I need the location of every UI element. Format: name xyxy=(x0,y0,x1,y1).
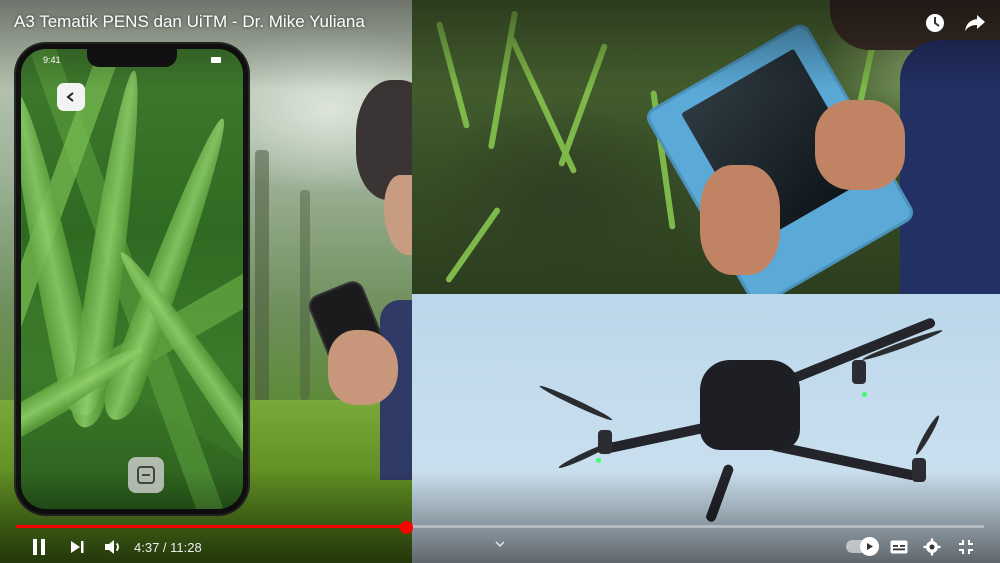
clock-icon xyxy=(926,14,944,32)
drone-led xyxy=(862,392,867,397)
more-videos-button[interactable] xyxy=(494,536,506,554)
exit-fullscreen-button[interactable] xyxy=(955,534,977,560)
person-hand xyxy=(700,165,780,275)
current-time: 4:37 xyxy=(134,540,160,555)
drone-motor xyxy=(912,458,926,482)
chevron-down-icon xyxy=(495,541,505,548)
time-display: 4:37 / 11:28 xyxy=(134,540,202,555)
next-icon xyxy=(71,541,84,553)
autoplay-knob xyxy=(860,537,879,556)
video-title[interactable]: A3 Tematik PENS dan UiTM - Dr. Mike Yuli… xyxy=(14,12,365,32)
battery-icon xyxy=(211,57,221,63)
phone-scan-button xyxy=(128,457,164,493)
phone-mockup: 9:41 xyxy=(16,44,248,514)
arrow-left-icon xyxy=(66,92,74,102)
top-right-controls xyxy=(922,10,988,36)
watch-later-button[interactable] xyxy=(922,10,948,36)
time-separator: / xyxy=(159,540,171,555)
progress-played xyxy=(16,525,407,528)
drone-body xyxy=(700,360,800,450)
exit-fullscreen-icon xyxy=(959,540,973,554)
share-icon xyxy=(965,15,985,31)
person-hand xyxy=(815,100,905,190)
play-icon xyxy=(867,543,873,550)
pause-button[interactable] xyxy=(26,534,52,560)
subtitles-icon xyxy=(890,540,908,554)
video-pane-left: 9:41 xyxy=(0,0,436,563)
volume-button[interactable] xyxy=(100,534,126,560)
drone-motor xyxy=(852,360,866,384)
settings-button[interactable] xyxy=(921,534,943,560)
phone-notch xyxy=(87,49,177,67)
phone-camera-view: 9:41 xyxy=(21,49,243,509)
autoplay-toggle[interactable] xyxy=(846,537,879,556)
phone-back-button xyxy=(57,83,85,111)
scan-icon xyxy=(137,466,155,484)
share-button[interactable] xyxy=(962,10,988,36)
drone-led xyxy=(596,458,601,463)
progress-bar[interactable] xyxy=(16,521,984,534)
next-button[interactable] xyxy=(64,534,90,560)
background-tree xyxy=(255,150,269,410)
phone-status-icons xyxy=(211,57,221,63)
subtitles-button[interactable] xyxy=(888,534,910,560)
gear-icon xyxy=(923,538,941,556)
phone-status-time: 9:41 xyxy=(43,55,61,65)
pause-icon xyxy=(33,539,45,555)
person-hand xyxy=(328,330,398,405)
person-sleeve xyxy=(900,40,1000,294)
volume-icon xyxy=(105,540,119,554)
background-tree xyxy=(300,190,310,400)
video-frame[interactable]: 9:41 xyxy=(0,0,1000,563)
duration: 11:28 xyxy=(170,540,202,555)
